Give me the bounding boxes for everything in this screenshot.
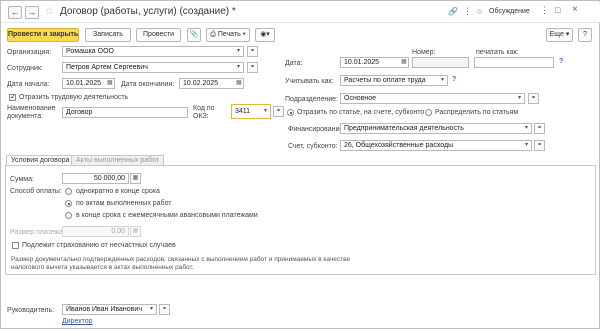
pay-by-acts-label: по актам выполненных работ <box>76 200 172 207</box>
pay-once-radio[interactable] <box>65 188 72 195</box>
manager-field[interactable]: Иванов Иван Иванович <box>62 304 157 315</box>
help-icon[interactable]: ? <box>452 76 456 83</box>
more-vertical-icon[interactable]: ⋮ <box>463 6 472 17</box>
structure-icon[interactable]: ◉▾ <box>255 28 275 42</box>
chevron-down-icon[interactable]: ▾ <box>234 63 243 72</box>
forward-arrow-icon[interactable]: → <box>25 6 39 19</box>
open-link-icon[interactable]: ⚭ <box>534 123 545 134</box>
advance-size-field[interactable]: 0,00 <box>62 226 129 237</box>
post-and-close-button[interactable]: Провести и закрыть <box>7 28 79 42</box>
number-label: Номер: <box>412 49 436 56</box>
department-label: Подразделение: <box>285 96 338 103</box>
manager-label: Руководитель: <box>7 307 55 314</box>
print-label: Печать <box>217 31 241 38</box>
employee-label: Сотрудник: <box>7 65 43 72</box>
link-icon[interactable]: 🔗 <box>448 7 458 16</box>
open-link-icon[interactable]: ⚭ <box>273 106 284 117</box>
back-arrow-icon[interactable]: ← <box>8 6 22 19</box>
chevron-down-icon: ▾ <box>565 31 570 38</box>
organization-label: Организация: <box>7 49 52 56</box>
date-label: Дата: <box>285 60 303 67</box>
organization-field[interactable]: Ромашка ООО <box>62 46 244 57</box>
open-link-icon[interactable]: ⚭ <box>528 93 539 104</box>
sum-field[interactable]: 50 000,00 <box>62 173 129 184</box>
end-date-label: Дата окончания: <box>121 81 175 88</box>
payment-method-label: Способ оплаты: <box>10 188 62 195</box>
print-as-label: печатать как: <box>476 49 519 56</box>
chevron-down-icon: ▾ <box>242 31 246 38</box>
account-field[interactable]: 26, Общехозяйственные расходы <box>340 140 532 151</box>
distribute-radio[interactable] <box>425 109 432 116</box>
open-link-icon[interactable]: ⚭ <box>159 304 170 315</box>
reflect-labor-checkbox[interactable]: ✓ <box>9 94 16 101</box>
department-field[interactable]: Основное <box>340 93 525 104</box>
maximize-icon[interactable]: □ <box>555 5 560 15</box>
end-date-field[interactable]: 10.02.2025 <box>179 78 244 89</box>
calendar-icon[interactable]: ▦ <box>236 79 242 86</box>
chevron-down-icon[interactable]: ▾ <box>261 107 270 116</box>
save-button[interactable]: Записать <box>85 28 131 42</box>
calculator-icon[interactable]: ▦ <box>130 226 141 237</box>
start-date-label: Дата начала: <box>7 81 50 88</box>
account-as-field[interactable]: Расчеты по оплате труда <box>340 75 448 86</box>
calculator-icon[interactable]: ▦ <box>130 173 141 184</box>
pay-with-advances-label: в конце срока с ежемесячными авансовыми … <box>76 212 258 219</box>
document-name-label: Наименование документа: <box>7 105 56 120</box>
title-bar: ← → ☆ Договор (работы, услуги) (создание… <box>2 2 600 23</box>
document-name-field[interactable]: Договор <box>62 107 188 118</box>
printer-icon: ⎙ <box>210 31 218 38</box>
advance-size-label: Размер платежа: <box>10 229 66 236</box>
reflect-by-article-label: Отразить по статье, на счете, субконто <box>297 109 425 116</box>
open-link-icon[interactable]: ⚭ <box>534 140 545 151</box>
distribute-label: Распределить по статьям <box>435 109 519 116</box>
reflect-labor-label: Отразить трудовую деятельность <box>19 94 129 101</box>
title-divider <box>2 22 600 23</box>
discussion-icon[interactable]: ○ <box>477 6 482 16</box>
account-label: Счет, субконто: <box>288 143 338 150</box>
post-button[interactable]: Провести <box>136 28 181 42</box>
financing-label: Финансирование: <box>288 126 346 133</box>
calendar-icon[interactable]: ▦ <box>107 79 113 86</box>
okz-code-label: Код по ОКЗ: <box>193 105 215 120</box>
financing-field[interactable]: Предпринимательская деятельность <box>340 123 532 134</box>
print-as-field[interactable] <box>474 57 554 68</box>
chevron-down-icon[interactable]: ▾ <box>438 76 447 85</box>
more-label: Еще <box>549 31 564 38</box>
help-button[interactable]: ? <box>578 28 592 42</box>
chevron-down-icon[interactable]: ▾ <box>515 94 524 103</box>
account-as-label: Учитывать как: <box>285 78 334 85</box>
document-window: ← → ☆ Договор (работы, услуги) (создание… <box>0 0 600 329</box>
number-field[interactable] <box>412 57 469 68</box>
close-icon[interactable]: × <box>572 4 578 15</box>
more-vertical-icon-2[interactable]: ⋮ <box>540 5 549 16</box>
favorite-star-icon[interactable]: ☆ <box>45 6 54 17</box>
page-title: Договор (работы, услуги) (создание) * <box>60 6 236 17</box>
print-button[interactable]: ⎙ Печать ▾ <box>206 28 250 42</box>
chevron-down-icon[interactable]: ▾ <box>234 47 243 56</box>
pay-with-advances-radio[interactable] <box>65 212 72 219</box>
insurance-label: Подлежит страхованию от несчастных случа… <box>22 242 176 249</box>
reflect-by-article-radio[interactable] <box>287 109 294 116</box>
chevron-down-icon[interactable]: ▾ <box>522 141 531 150</box>
open-link-icon[interactable]: ⚭ <box>247 46 258 57</box>
more-button[interactable]: Еще ▾ <box>546 28 573 42</box>
chevron-down-icon[interactable]: ▾ <box>147 305 156 314</box>
calendar-icon[interactable]: ▦ <box>401 58 407 65</box>
pay-once-label: однократно в конце срока <box>76 188 160 195</box>
attach-icon[interactable]: 📎 <box>187 28 201 42</box>
pay-by-acts-radio[interactable] <box>65 200 72 207</box>
position-link[interactable]: Директор <box>62 318 93 325</box>
tab-work-acts[interactable]: Акты выполненных работ <box>71 155 165 165</box>
date-field[interactable]: 10.01.2025 <box>340 57 409 68</box>
discussion-button[interactable]: Обсуждение <box>489 8 530 15</box>
insurance-checkbox[interactable] <box>12 242 19 249</box>
employee-field[interactable]: Петров Артем Сергеевич <box>62 62 244 73</box>
help-icon[interactable]: ? <box>559 58 563 65</box>
open-link-icon[interactable]: ⚭ <box>247 62 258 73</box>
sum-label: Сумма: <box>10 176 34 183</box>
chevron-down-icon[interactable]: ▾ <box>522 124 531 133</box>
expenses-note: Размер документально подтвержденных расх… <box>11 256 351 271</box>
